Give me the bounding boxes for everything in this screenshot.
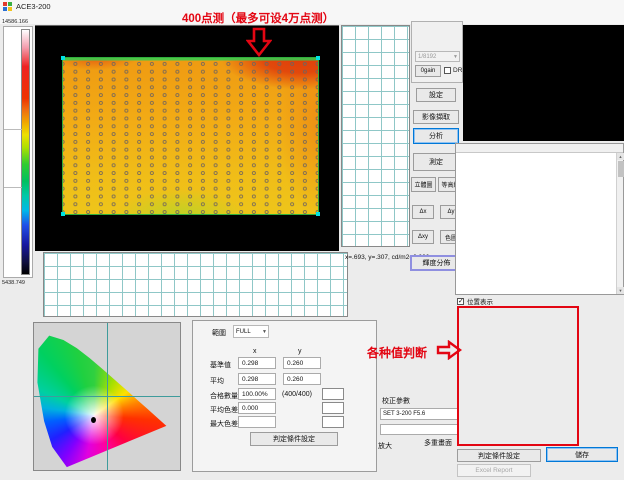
dr-checkbox[interactable] <box>444 67 451 74</box>
pass-judge-box <box>322 388 344 400</box>
cie-crosshair-horizontal <box>34 396 180 397</box>
average-x-field[interactable]: 0.298 <box>238 373 276 385</box>
reference-x-field[interactable]: 0.298 <box>238 357 276 369</box>
exposure-range-select[interactable]: 1/8192 ▼ <box>415 51 460 62</box>
table-body[interactable] <box>456 153 616 294</box>
calibration-field[interactable]: SET 3-200 F5.6 <box>380 408 458 420</box>
avg-diff-label: 平均色差 <box>210 405 238 415</box>
measure-button[interactable]: 測定 <box>413 153 459 171</box>
measurement-points-grid <box>63 58 318 214</box>
horizontal-profile-grid <box>43 252 348 317</box>
cie-measured-point <box>91 417 96 423</box>
scrollbar-thumb[interactable] <box>618 161 624 177</box>
heatmap-corner-marker <box>316 212 320 216</box>
avg-diff-judge-box <box>322 402 344 414</box>
dr-label: DR <box>453 67 462 74</box>
max-diff-label: 最大色差 <box>210 419 238 429</box>
multi-screen-label: 多重畫面 <box>424 438 452 448</box>
delta-xy-button[interactable]: Δxy <box>412 230 434 244</box>
annotation-right-arrow <box>436 340 462 360</box>
zero-gain-button[interactable]: 0gain <box>415 65 441 77</box>
range-label: 範圍 <box>212 328 226 338</box>
scroll-down-icon[interactable]: ▼ <box>617 287 624 294</box>
settings-button[interactable]: 設定 <box>416 88 456 102</box>
annotation-values-text: 各种值判断 <box>367 344 427 361</box>
cie-chromaticity-panel[interactable] <box>33 322 181 471</box>
zoom-label: 放大 <box>378 441 392 451</box>
excel-report-button: Excel Report <box>457 464 531 477</box>
annotation-points-text: 400点测（最多可设4万点测） <box>182 10 334 26</box>
average-label: 平均 <box>210 376 224 386</box>
statistics-panel <box>455 303 624 449</box>
scale-max-label: 14586.166 <box>2 19 36 25</box>
range-value: FULL <box>236 329 251 335</box>
image-capture-button[interactable]: 影像擷取 <box>413 110 459 124</box>
measurement-table[interactable]: ▲ ▼ <box>455 143 624 295</box>
application-window: ACE3-200 14586.166 5438.749 x=.693, y=.3… <box>0 0 624 480</box>
dr-checkbox-row[interactable]: DR <box>444 67 462 74</box>
max-diff-judge-box <box>322 416 344 428</box>
scale-tick <box>4 187 22 188</box>
stereo-view-button[interactable]: 立體圖 <box>411 177 436 192</box>
calibration-label: 校正參數 <box>382 396 410 406</box>
analyze-button[interactable]: 分析 <box>413 128 459 144</box>
judge-condition-button[interactable]: 判定條件設定 <box>457 449 541 462</box>
heatmap-corner-marker <box>316 56 320 60</box>
average-y-field[interactable]: 0.260 <box>283 373 321 385</box>
heatmap-corner-marker <box>61 212 65 216</box>
range-select[interactable]: FULL ▼ <box>233 325 269 338</box>
col-x-header: x <box>253 348 257 355</box>
color-scale <box>3 26 33 278</box>
range-condition-button[interactable]: 判定條件設定 <box>250 432 338 446</box>
table-scrollbar[interactable]: ▲ ▼ <box>616 153 623 294</box>
window-title: ACE3-200 <box>16 2 51 11</box>
col-y-header: y <box>298 348 302 355</box>
app-icon <box>3 2 12 11</box>
color-scale-gradient <box>21 29 30 275</box>
chevron-down-icon: ▼ <box>453 54 458 60</box>
table-header <box>456 144 623 153</box>
annotation-down-arrow <box>246 27 272 57</box>
reference-y-field[interactable]: 0.260 <box>283 357 321 369</box>
scale-tick <box>4 129 22 130</box>
pass-count-label: 合格數量 <box>210 391 238 401</box>
max-diff-field[interactable] <box>238 416 276 428</box>
exposure-range-value: 1/8192 <box>418 54 436 60</box>
scale-min-label: 5438.749 <box>2 280 36 286</box>
save-button[interactable]: 儲存 <box>546 447 618 462</box>
measurement-image-area[interactable] <box>35 25 339 251</box>
reference-label: 基準值 <box>210 360 231 370</box>
chevron-down-icon: ▼ <box>262 329 267 335</box>
pass-count-note: (400/400) <box>282 391 312 398</box>
heatmap-corner-marker <box>61 56 65 60</box>
pass-count-field[interactable]: 100.00% <box>238 388 276 400</box>
scroll-up-icon[interactable]: ▲ <box>617 153 624 160</box>
vertical-profile-grid <box>341 25 410 247</box>
camera-preview <box>463 25 624 141</box>
delta-x-button[interactable]: Δx <box>412 205 434 219</box>
avg-diff-field[interactable]: 0.000 <box>238 402 276 414</box>
calibration-field-2[interactable] <box>380 424 458 435</box>
exposure-groupbox: 1/8192 ▼ 0gain DR <box>411 21 463 83</box>
